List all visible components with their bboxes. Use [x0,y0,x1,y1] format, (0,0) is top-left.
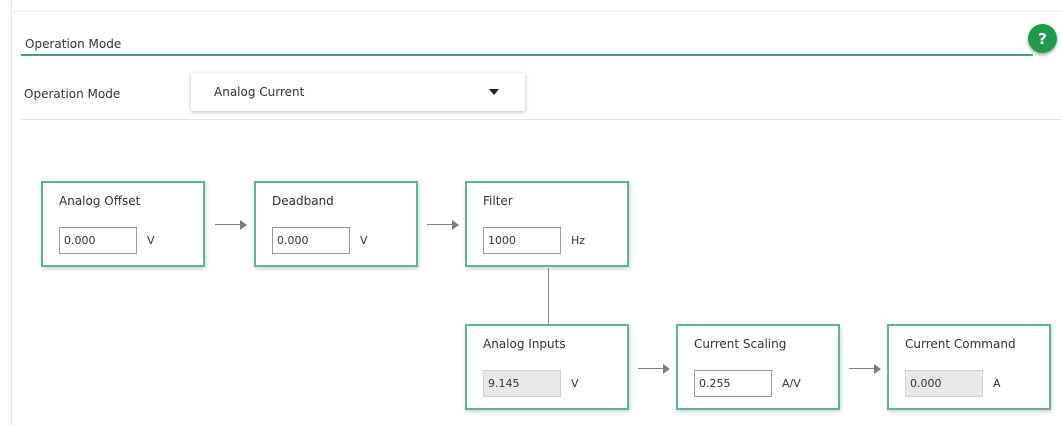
help-icon[interactable]: ? [1028,24,1057,53]
arrow-right-icon [215,219,247,231]
divider [21,119,1061,120]
filter-unit: Hz [571,234,586,247]
arrow-right-icon [638,363,670,375]
current-command-field [905,370,983,397]
operation-mode-selected: Analog Current [214,85,305,99]
analog-offset-unit: V [147,234,155,247]
top-border [11,11,1061,12]
operation-mode-dropdown[interactable]: Analog Current [191,73,525,111]
section-underline [21,54,1033,56]
chevron-down-icon [489,89,499,95]
current-scaling-input[interactable] [694,370,772,397]
analog-offset-input[interactable] [59,227,137,254]
current-scaling-block: Current Scaling A/V [676,324,840,410]
left-border [11,0,12,425]
analog-offset-title: Analog Offset [59,194,141,208]
filter-block: Filter Hz [465,181,629,267]
analog-inputs-block: Analog Inputs V [465,324,629,410]
section-title: Operation Mode [25,37,122,51]
deadband-unit: V [360,234,368,247]
current-command-unit: A [993,377,1001,390]
current-command-title: Current Command [905,337,1016,351]
deadband-block: Deadband V [254,181,418,267]
connector-line [548,268,549,324]
deadband-title: Deadband [272,194,334,208]
analog-inputs-field [483,370,561,397]
operation-mode-label: Operation Mode [24,87,121,101]
filter-title: Filter [483,194,513,208]
arrow-right-icon [427,219,459,231]
current-scaling-unit: A/V [782,377,801,390]
analog-offset-block: Analog Offset V [41,181,205,267]
deadband-input[interactable] [272,227,350,254]
current-scaling-title: Current Scaling [694,337,787,351]
current-command-block: Current Command A [887,324,1051,410]
analog-inputs-unit: V [571,377,579,390]
analog-inputs-title: Analog Inputs [483,337,566,351]
filter-input[interactable] [483,227,561,254]
arrow-right-icon [849,363,881,375]
